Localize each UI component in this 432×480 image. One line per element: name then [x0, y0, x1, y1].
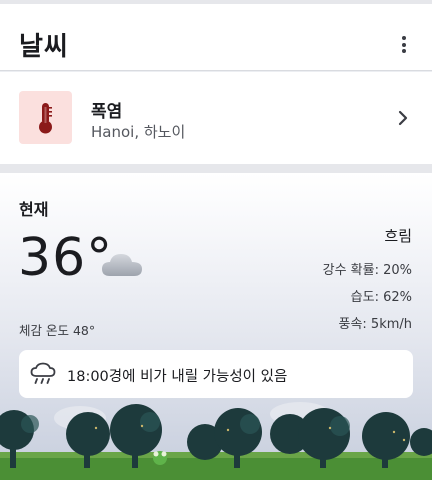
- section-divider: [0, 164, 432, 173]
- alert-icon-tile: [19, 91, 72, 144]
- feels-like: 체감 온도 48°: [19, 323, 96, 338]
- alert-title: 폭염: [91, 102, 123, 122]
- more-vert-icon: [392, 32, 416, 53]
- page-title: 날씨: [19, 32, 69, 62]
- alert-location: Hanoi, 하노이: [91, 123, 186, 141]
- app-header: 날씨: [0, 4, 432, 71]
- rain-forecast-notice[interactable]: 18:00경에 비가 내릴 가능성이 있음: [19, 350, 413, 398]
- precipitation-chance: 강수 확률: 20%: [322, 263, 412, 278]
- cloud-icon: [102, 254, 142, 276]
- chevron-right-icon[interactable]: [396, 109, 410, 127]
- rain-cloud-icon: [30, 362, 56, 384]
- wind-speed: 풍속: 5km/h: [338, 317, 412, 332]
- more-options-button[interactable]: [392, 32, 416, 56]
- weather-alert-card[interactable]: [0, 72, 432, 164]
- current-label: 현재: [19, 200, 49, 219]
- current-temperature: 36°: [18, 228, 114, 288]
- weather-condition: 흐림: [384, 227, 412, 245]
- landscape-illustration: [0, 402, 432, 480]
- rain-forecast-text: 18:00경에 비가 내릴 가능성이 있음: [67, 369, 288, 385]
- thermometer-icon: [39, 103, 52, 134]
- humidity: 습도: 62%: [350, 290, 412, 305]
